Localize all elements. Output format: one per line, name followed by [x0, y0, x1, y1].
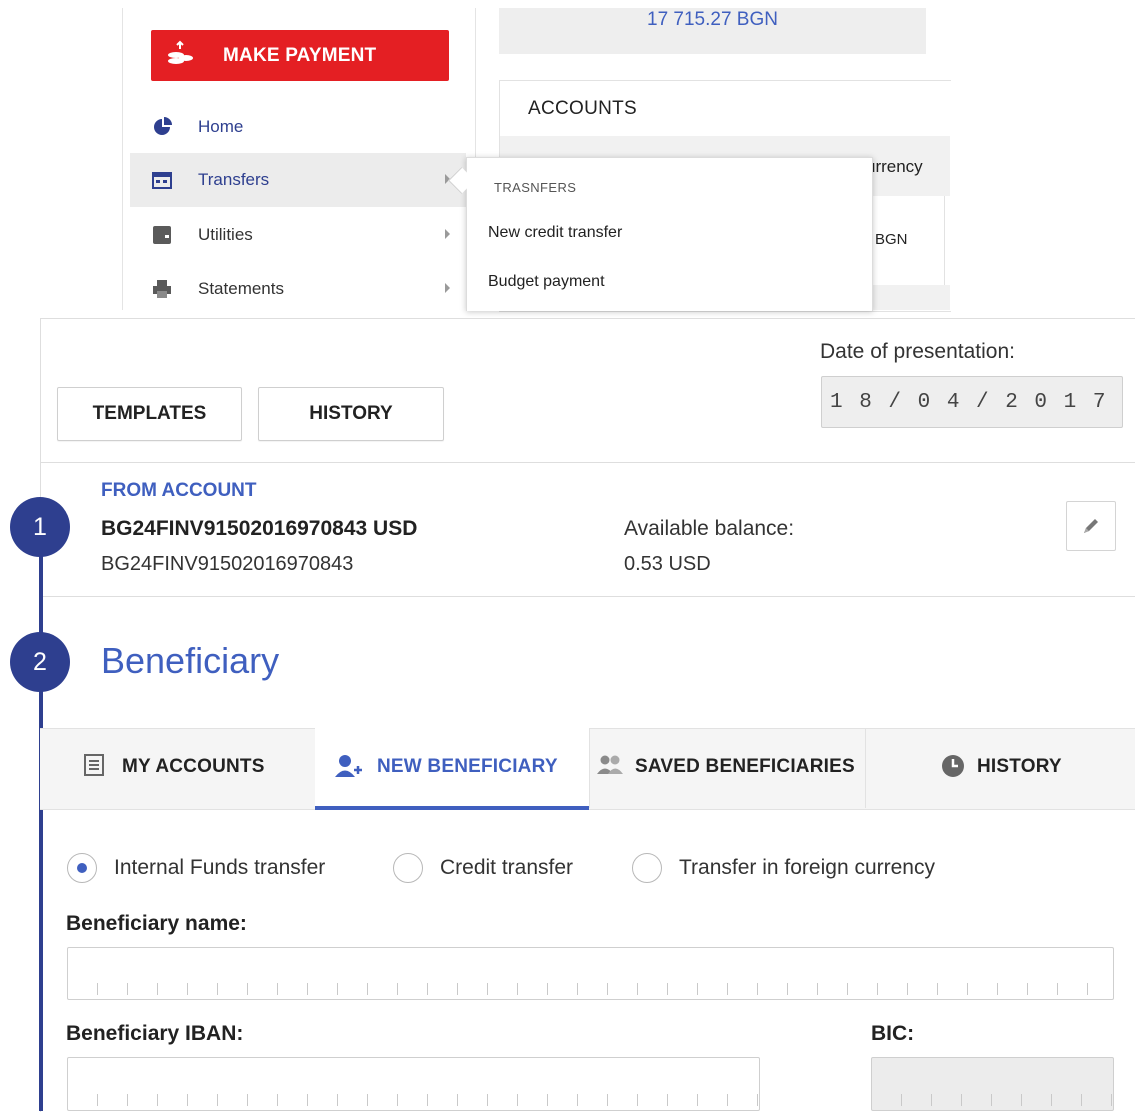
menu-item-budget-payment[interactable]: Budget payment: [488, 273, 605, 291]
radio-label: Credit transfer: [440, 856, 574, 879]
tab-label: SAVED BENEFICIARIES: [635, 756, 855, 777]
tab-saved-beneficiaries[interactable]: SAVED BENEFICIARIES: [589, 728, 866, 808]
make-payment-button[interactable]: MAKE PAYMENT: [151, 30, 449, 81]
tab-new-beneficiary[interactable]: NEW BENEFICIARY: [315, 728, 589, 810]
tab-label: NEW BENEFICIARY: [377, 756, 558, 777]
bic-label: BIC:: [871, 1022, 915, 1045]
edit-account-button[interactable]: [1066, 501, 1116, 551]
beneficiary-name-label: Beneficiary name:: [66, 912, 247, 935]
from-account-label: FROM ACCOUNT: [101, 480, 257, 501]
radio-label: Transfer in foreign currency: [679, 856, 935, 879]
templates-button[interactable]: TEMPLATES: [57, 387, 242, 441]
accounts-title: ACCOUNTS: [528, 98, 638, 119]
history-button[interactable]: HISTORY: [258, 387, 444, 441]
utilities-icon: [152, 225, 172, 250]
beneficiary-iban-input[interactable]: [67, 1057, 760, 1111]
sidebar-item-utilities[interactable]: Utilities: [130, 208, 466, 262]
table-row: [870, 285, 950, 310]
tab-label: HISTORY: [977, 756, 1062, 777]
tab-my-accounts[interactable]: MY ACCOUNTS: [60, 728, 314, 808]
transfers-icon: [152, 170, 172, 195]
radio-label: Internal Funds transfer: [114, 856, 326, 879]
step-1-badge: 1: [10, 497, 70, 557]
clock-icon: [941, 754, 965, 784]
available-balance-label: Available balance:: [624, 517, 795, 540]
from-account-iban: BG24FINV91502016970843: [101, 553, 354, 575]
column-header-currency: urrency: [866, 157, 923, 176]
divider: [40, 596, 1135, 597]
table-cell-currency: BGN: [875, 231, 908, 248]
pencil-icon: [1084, 519, 1098, 533]
divider: [40, 462, 1135, 463]
bic-input[interactable]: [871, 1057, 1114, 1111]
total-balance-value: 17 715.27 BGN: [647, 9, 778, 30]
tab-label: MY ACCOUNTS: [122, 756, 265, 777]
radio-circle[interactable]: [393, 853, 423, 883]
step-connector-line: [39, 525, 43, 1111]
beneficiary-title: Beneficiary: [101, 640, 280, 681]
sidebar-item-home[interactable]: Home: [130, 100, 466, 154]
total-balance: 17 715.27 BGN: [499, 8, 926, 54]
list-icon: [84, 754, 104, 782]
step-2-badge: 2: [10, 632, 70, 692]
payment-coins-icon: [165, 40, 195, 76]
beneficiary-iban-label: Beneficiary IBAN:: [66, 1022, 244, 1045]
sidebar-item-label: Home: [198, 117, 244, 136]
menu-item-new-credit-transfer[interactable]: New credit transfer: [488, 224, 622, 242]
chevron-right-icon: [445, 283, 450, 293]
tab-history[interactable]: HISTORY: [865, 728, 1135, 808]
make-payment-label: MAKE PAYMENT: [223, 45, 377, 66]
pie-chart-icon: [152, 117, 172, 142]
sidebar-item-label: Utilities: [198, 225, 253, 244]
beneficiary-name-input[interactable]: [67, 947, 1114, 1000]
sidebar-item-statements[interactable]: Statements: [130, 262, 466, 316]
divider: [944, 196, 945, 286]
sidebar-item-label: Statements: [198, 279, 284, 298]
add-user-icon: [335, 754, 363, 784]
users-icon: [596, 754, 624, 782]
available-balance-value: 0.53 USD: [624, 553, 711, 575]
chevron-right-icon: [445, 229, 450, 239]
submenu-header: TRASNFERS: [494, 180, 577, 195]
sidebar-item-transfers[interactable]: Transfers: [130, 153, 466, 207]
printer-icon: [152, 279, 172, 304]
date-of-presentation-label: Date of presentation:: [820, 340, 1015, 363]
date-of-presentation-field[interactable]: 1 8 / 0 4 / 2 0 1 7: [821, 376, 1123, 428]
radio-circle[interactable]: [67, 853, 97, 883]
sidebar-item-label: Transfers: [198, 170, 270, 189]
radio-circle[interactable]: [632, 853, 662, 883]
from-account-name: BG24FINV91502016970843 USD: [101, 517, 418, 540]
